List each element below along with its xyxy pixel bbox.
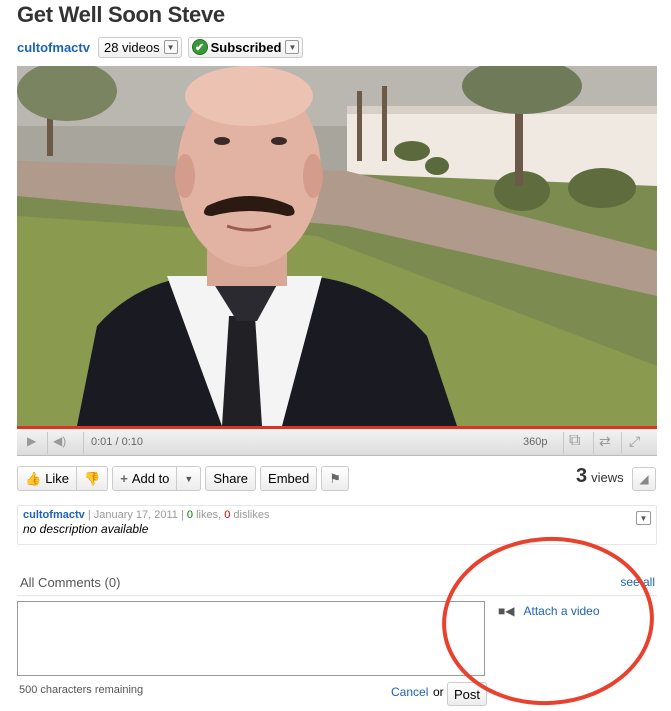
or-text: or [433,685,444,699]
flag-icon: ⚑ [329,470,341,486]
chevron-down-icon[interactable]: ▼ [636,511,651,525]
dislikes-count: 0 [224,509,231,521]
uploader-link[interactable]: cultofmactv [23,509,85,521]
embed-button[interactable]: Embed [260,466,318,491]
like-group: 👍 Like 👎 [17,466,109,491]
views-label: views [591,470,624,485]
post-button[interactable]: Post [447,682,488,706]
add-to-dropdown[interactable]: ▼ [177,466,202,491]
like-label: Like [45,471,70,486]
video-player[interactable] [17,66,657,426]
add-to-label: Add to [131,471,170,486]
player-controls: ▶ ◀) 0:01 / 0:10 360p ⧉ ⇄ ⤢ [17,426,657,456]
description-text: no description available [23,522,149,536]
volume-icon[interactable]: ◀) [53,434,66,448]
stats-icon[interactable]: ◢ [632,467,656,491]
action-bar: 👍 Like 👎 + Add to ▼ Share Embed ⚑ [17,466,349,491]
subscribed-label: Subscribed [210,39,282,55]
video-frame [17,66,657,426]
comments-title: All Comments (0) [20,575,121,590]
popout-icon[interactable]: ⧉ [569,432,580,450]
channel-link[interactable]: cultofmactv [17,40,90,55]
chevron-down-icon: ▼ [285,40,300,54]
views-number: 3 [576,465,588,487]
comments-header: All Comments (0) see all [17,568,657,596]
upload-date: January 17, 2011 [93,509,178,521]
description-box: cultofmactv | January 17, 2011 | 0 likes… [17,505,657,545]
chevron-down-icon: ▼ [163,40,178,54]
dislike-button[interactable]: 👎 [77,466,109,491]
attach-video-label: Attach a video [523,604,600,618]
likes-count: 0 [186,509,194,521]
like-button[interactable]: 👍 Like [17,466,78,491]
chevron-down-icon: ▼ [184,473,194,484]
plus-icon: + [120,471,128,486]
check-icon: ✔ [191,39,208,55]
video-title: Get Well Soon Steve [17,2,225,27]
flag-button[interactable]: ⚑ [321,466,349,491]
add-to-button[interactable]: + Add to [112,466,178,491]
fullscreen-icon[interactable]: ⤢ [629,433,640,450]
view-count: 3 views [576,465,624,488]
quality-selector[interactable]: 360p [523,436,547,448]
add-to-group: + Add to ▼ [112,466,202,491]
play-icon[interactable]: ▶ [27,434,36,448]
share-button[interactable]: Share [205,466,257,491]
videos-count: 28 videos [103,39,160,55]
time-display: 0:01 / 0:10 [91,436,143,448]
characters-remaining: 500 characters remaining [19,684,144,696]
thumbs-up-icon: 👍 [25,470,42,486]
attach-video-link[interactable]: ■◀ Attach a video [498,604,600,618]
likes-label: likes, [196,509,222,521]
camera-icon: ■◀ [498,604,515,618]
cancel-link[interactable]: Cancel [391,685,428,699]
videos-dropdown[interactable]: 28 videos ▼ [97,36,182,58]
size-icon[interactable]: ⇄ [599,433,611,450]
thumbs-down-icon: 👎 [84,470,101,486]
dislikes-label: dislikes [233,509,270,521]
see-all-link[interactable]: see all [620,575,655,589]
channel-row: cultofmactv 28 videos ▼ ✔ Subscribed ▼ [17,36,304,58]
subscribe-button[interactable]: ✔ Subscribed ▼ [187,36,304,58]
comment-input[interactable] [17,601,485,676]
